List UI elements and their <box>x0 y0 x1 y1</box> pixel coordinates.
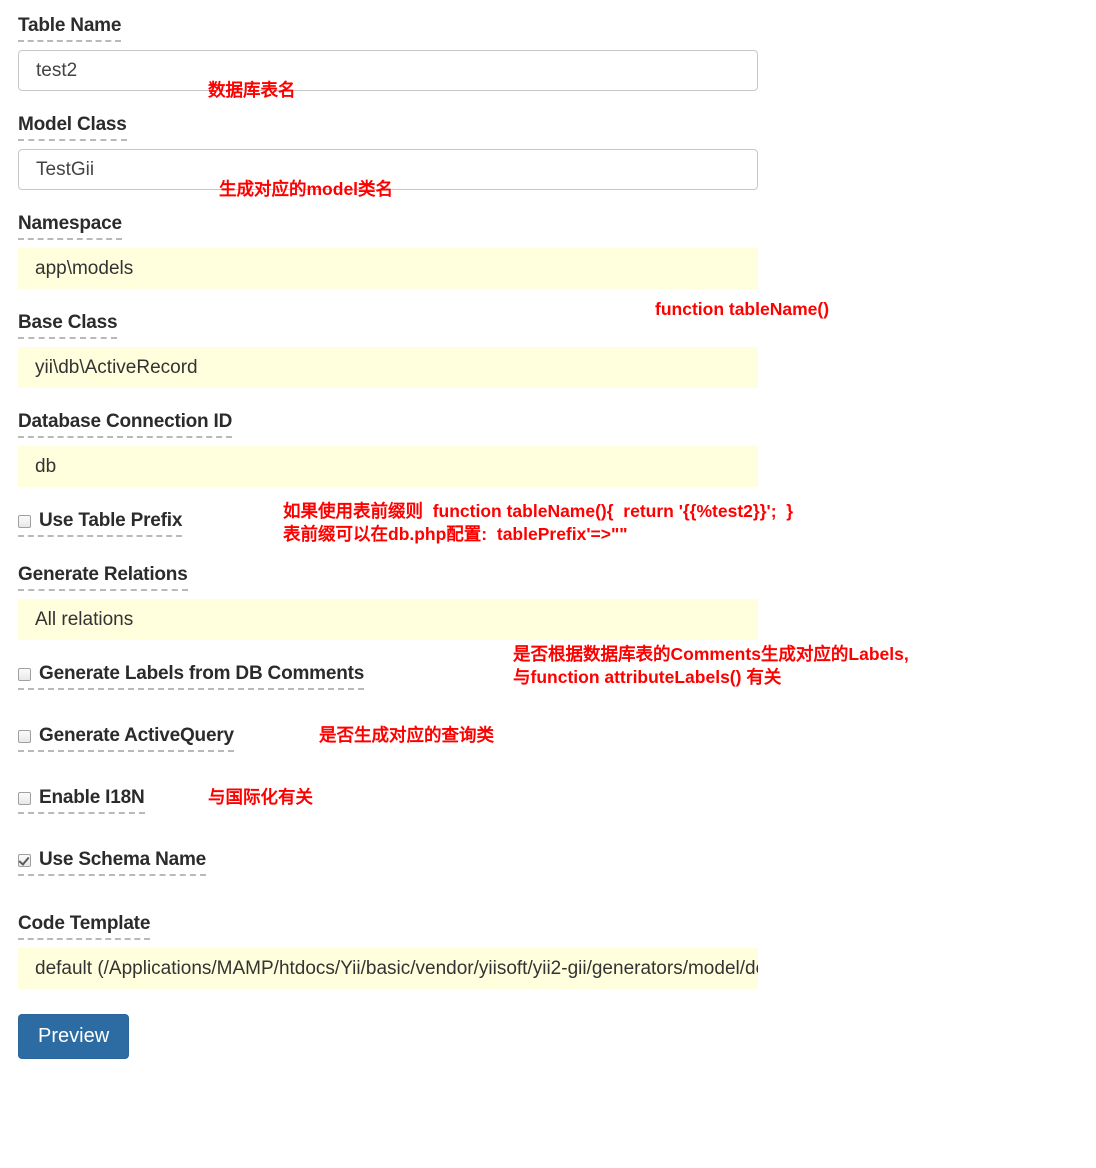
annotation-enable-i18n: 与国际化有关 <box>208 787 313 807</box>
annotation-use-table-prefix-line2: 表前缀可以在db.php配置: tablePrefix'=>"" <box>283 524 628 544</box>
checkbox-text-generate-labels: Generate Labels from DB Comments <box>39 663 365 684</box>
checkbox-label-generate-activequery[interactable]: Generate ActiveQuery <box>18 724 234 752</box>
label-model-class: Model Class <box>18 113 127 141</box>
annotation-use-table-prefix-line1: 如果使用表前缀则 function tableName(){ return '{… <box>283 501 794 521</box>
checkbox-use-schema-name[interactable] <box>18 854 31 867</box>
checkbox-enable-i18n[interactable] <box>18 792 31 805</box>
annotation-base-class-function-tablename: function tableName() <box>655 299 830 319</box>
label-namespace: Namespace <box>18 212 122 240</box>
checkbox-label-generate-labels[interactable]: Generate Labels from DB Comments <box>18 662 364 690</box>
checkbox-label-enable-i18n[interactable]: Enable I18N <box>18 786 145 814</box>
checkbox-row-generate-labels[interactable]: Generate Labels from DB Comments 是否根据数据库… <box>18 644 1096 690</box>
checkbox-row-enable-i18n[interactable]: Enable I18N 与国际化有关 <box>18 786 1096 814</box>
field-group-table-name: Table Name 数据库表名 <box>18 14 1096 100</box>
gii-model-generator-form: Table Name 数据库表名 Model Class 生成对应的model类… <box>0 0 1096 1059</box>
checkbox-label-use-table-prefix[interactable]: Use Table Prefix <box>18 509 182 537</box>
field-group-generate-relations: Generate Relations <box>18 563 1096 640</box>
checkbox-text-generate-activequery: Generate ActiveQuery <box>39 725 234 746</box>
field-group-base-class: Base Class function tableName() <box>18 299 1096 388</box>
annotation-generate-activequery: 是否生成对应的查询类 <box>319 725 494 745</box>
checkbox-row-generate-activequery[interactable]: Generate ActiveQuery 是否生成对应的查询类 <box>18 724 1096 752</box>
annotation-generate-labels-line2: 与function attributeLabels() 有关 <box>513 667 782 687</box>
checkbox-text-use-schema-name: Use Schema Name <box>39 849 207 870</box>
label-code-template: Code Template <box>18 912 150 940</box>
preview-button[interactable]: Preview <box>18 1014 130 1059</box>
checkbox-generate-labels-from-db-comments[interactable] <box>18 668 31 681</box>
checkbox-text-use-table-prefix: Use Table Prefix <box>39 510 183 531</box>
input-db-connection-id[interactable] <box>18 446 758 487</box>
field-group-model-class: Model Class 生成对应的model类名 <box>18 113 1096 199</box>
field-group-db-connection-id: Database Connection ID <box>18 410 1096 487</box>
label-table-name: Table Name <box>18 14 121 42</box>
checkbox-label-use-schema-name[interactable]: Use Schema Name <box>18 848 206 876</box>
input-table-name[interactable] <box>18 50 758 91</box>
checkbox-row-use-schema-name[interactable]: Use Schema Name <box>18 848 1096 876</box>
label-generate-relations: Generate Relations <box>18 563 188 591</box>
label-db-connection-id: Database Connection ID <box>18 410 232 438</box>
annotation-table-name: 数据库表名 <box>208 80 296 100</box>
field-group-code-template: Code Template <box>18 912 1096 989</box>
label-base-class: Base Class <box>18 311 118 339</box>
input-namespace[interactable] <box>18 248 758 289</box>
form-actions: Preview <box>18 1014 1096 1059</box>
input-code-template[interactable] <box>18 948 758 989</box>
annotation-generate-labels-line1: 是否根据数据库表的Comments生成对应的Labels, <box>513 644 909 664</box>
annotation-model-class: 生成对应的model类名 <box>219 179 394 199</box>
input-generate-relations[interactable] <box>18 599 758 640</box>
field-group-namespace: Namespace <box>18 212 1096 289</box>
checkbox-row-use-table-prefix[interactable]: Use Table Prefix 如果使用表前缀则 function table… <box>18 501 1096 544</box>
input-base-class[interactable] <box>18 347 758 388</box>
checkbox-use-table-prefix[interactable] <box>18 515 31 528</box>
checkbox-text-enable-i18n: Enable I18N <box>39 787 145 808</box>
checkbox-generate-activequery[interactable] <box>18 730 31 743</box>
